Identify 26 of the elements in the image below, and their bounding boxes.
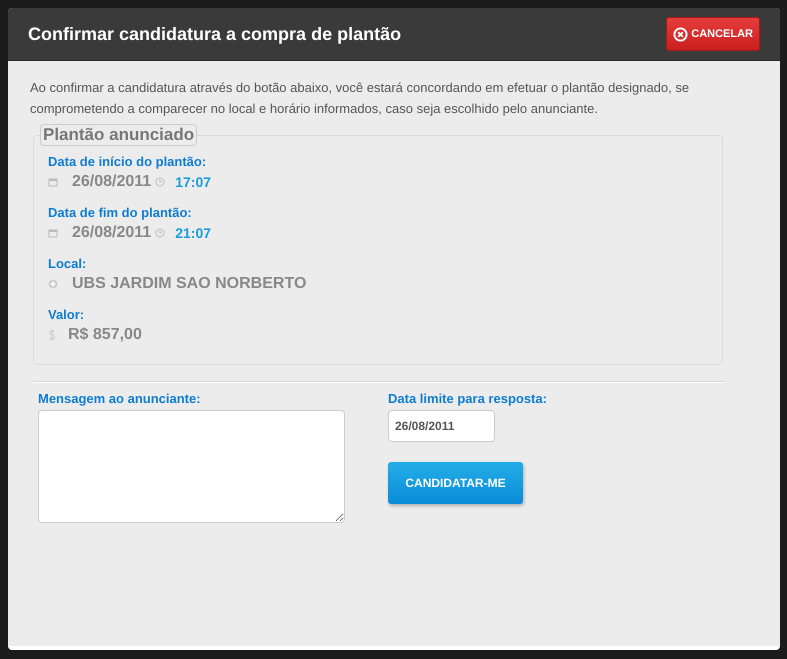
field-label: Valor: — [48, 307, 84, 322]
message-field[interactable] — [38, 410, 345, 523]
close-icon — [673, 26, 688, 42]
cancel-button[interactable]: CANCELAR — [666, 17, 760, 51]
deadline-field[interactable]: 26/08/2011 — [388, 410, 495, 442]
place-value: UBS JARDIM SAO NORBERTO — [72, 275, 306, 293]
plus-icon — [48, 279, 58, 289]
time-value: 21:07 — [175, 225, 212, 241]
fieldset-legend: Plantão anunciado — [40, 124, 198, 146]
calendar-icon — [48, 177, 58, 187]
field-label: Data de fim do plantão: — [48, 205, 192, 220]
dialog-title: Confirmar candidatura a compra de plantão — [28, 24, 402, 44]
date-value: 26/08/2011 — [72, 224, 152, 242]
dollar-icon — [48, 329, 56, 341]
intro-text: Ao confirmar a candidatura através do botão abaixo, você estará concordando em efetuar o plantão designado, se comprometendo a comparecer no local e horário informados, caso seja escolhido pelo anunciante. — [30, 79, 690, 118]
message-label: Mensagem ao anunciante: — [38, 391, 201, 406]
deadline-label: Data limite para resposta: — [388, 391, 547, 406]
time-value: 17:07 — [175, 174, 212, 190]
date-value: 26/08/2011 — [72, 173, 152, 191]
field-label: Data de início do plantão: — [48, 154, 206, 169]
clock-icon — [155, 228, 166, 238]
field-label: Local: — [48, 256, 86, 271]
price-value: R$ 857,00 — [68, 326, 142, 344]
calendar-icon — [48, 228, 58, 238]
clock-icon — [155, 177, 166, 187]
apply-button[interactable]: CANDIDATAR-ME — [388, 462, 523, 504]
